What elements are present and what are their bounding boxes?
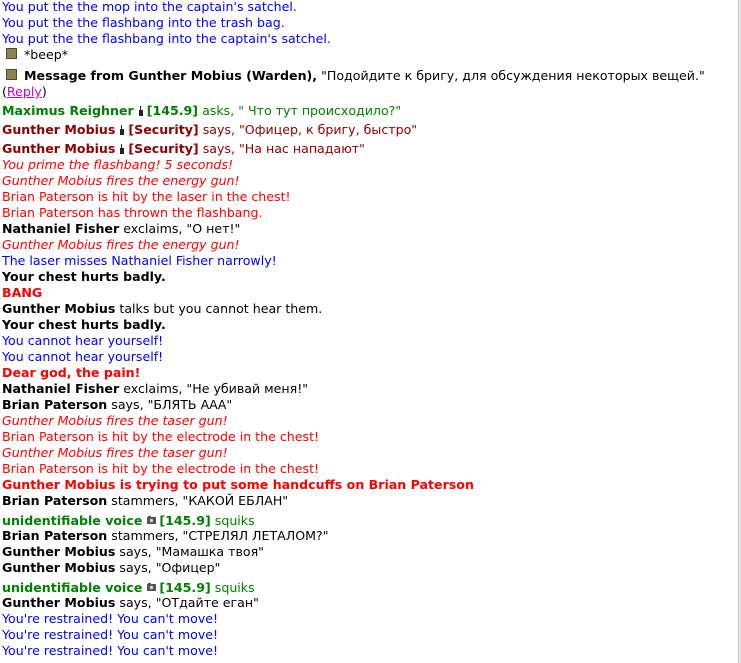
recorder-icon [147, 512, 157, 524]
radio-message: unidentifiable voice [145.9] squiks [2, 512, 255, 528]
chat-message: Gunther Mobius talks but you cannot hear… [2, 301, 323, 316]
chat-message: You're restrained! You can't move! [2, 643, 219, 658]
speaker-name: Gunther Mobius [2, 122, 116, 137]
pda-icon [6, 69, 17, 80]
chat-message: Brian Paterson says, "БЛЯТЬ ААА" [2, 397, 233, 412]
chat-message: Your chest hurts badly. [2, 269, 166, 284]
radio-message: Gunther Mobius [Security] says, "Офицер, … [2, 122, 418, 137]
chat-message: *beep* [6, 47, 68, 63]
chat-message: Gunther Mobius fires the energy gun! [2, 173, 240, 188]
chat-message: Your chest hurts badly. [2, 317, 166, 332]
radio-icon [138, 106, 145, 116]
chat-message: Brian Paterson has thrown the flashbang. [2, 205, 263, 220]
chat-message: You're restrained! You can't move! [2, 627, 219, 642]
chat-message: You put the the flashbang into the capta… [2, 31, 331, 46]
chat-message: You cannot hear yourself! [2, 349, 164, 364]
radio-message: unidentifiable voice [145.9] squiks [2, 579, 255, 595]
chat-message: Nathaniel Fisher exclaims, "Не убивай ме… [2, 381, 309, 396]
chat-message: Gunther Mobius says, "Офицер" [2, 560, 221, 575]
chat-message: Gunther Mobius says, "ОТдайте еган" [2, 595, 259, 610]
chat-message: (Reply) [2, 84, 47, 99]
chat-message: Dear god, the pain! [2, 365, 141, 380]
reply-link[interactable]: Reply [7, 84, 42, 99]
chat-message: Gunther Mobius fires the energy gun! [2, 237, 240, 252]
radio-icon [119, 125, 126, 135]
recorder-icon [147, 579, 157, 591]
speaker-name: Maximus Reighner [2, 103, 134, 118]
chat-message: BANG [2, 285, 43, 300]
chat-message: Gunther Mobius is trying to put some han… [2, 477, 474, 492]
chat-message: You put the the mop into the captain's s… [2, 0, 297, 14]
chat-message: Brian Paterson is hit by the electrode i… [2, 461, 320, 476]
chat-message: Brian Paterson is hit by the laser in th… [2, 189, 291, 204]
chat-message: You cannot hear yourself! [2, 333, 164, 348]
chat-message: Message from Gunther Mobius (Warden), "П… [6, 68, 705, 84]
pda-icon [6, 48, 17, 59]
chat-message: The laser misses Nathaniel Fisher narrow… [2, 253, 277, 268]
chat-message: Gunther Mobius says, "Мамашка твоя" [2, 544, 264, 559]
speaker-name: Gunther Mobius [2, 141, 116, 156]
chat-message: You put the the flashbang into the trash… [2, 15, 285, 30]
chat-message: You prime the flashbang! 5 seconds! [2, 157, 234, 172]
chat-message: Gunther Mobius fires the taser gun! [2, 445, 228, 460]
radio-message: Gunther Mobius [Security] says, "На нас н… [2, 141, 365, 156]
chat-message: You're restrained! You can't move! [2, 611, 219, 626]
speaker-name: unidentifiable voice [2, 513, 143, 528]
chat-message: Brian Paterson stammers, "СТРЕЛЯЛ ЛЕТАЛО… [2, 528, 329, 543]
chat-message: Nathaniel Fisher exclaims, "О нет!" [2, 221, 241, 236]
chat-message: Brian Paterson is hit by the electrode i… [2, 429, 320, 444]
chat-log: You put the the mop into the captain's s… [0, 0, 735, 663]
radio-message: Maximus Reighner [145.9] asks, " Что тут … [2, 103, 402, 118]
radio-icon [119, 144, 126, 154]
chat-message: Brian Paterson stammers, "КАКОЙ ЕБЛАН" [2, 493, 289, 508]
chat-message: Gunther Mobius fires the taser gun! [2, 413, 228, 428]
speaker-name: unidentifiable voice [2, 580, 143, 595]
